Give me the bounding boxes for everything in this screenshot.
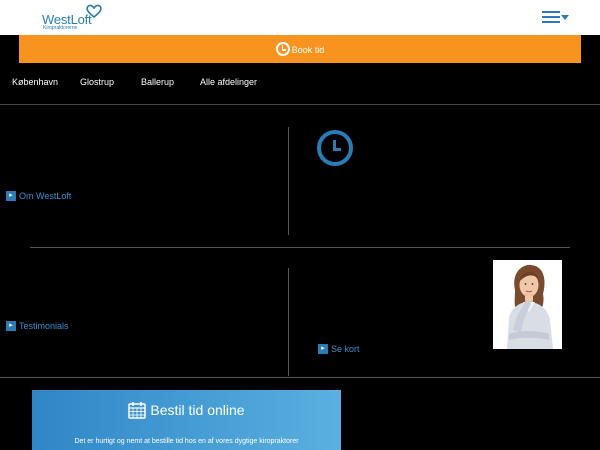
cta-title: Bestil tid online	[150, 402, 245, 418]
book-online-cta[interactable]: Bestil tid online Det er hurtigt og nemt…	[32, 390, 341, 450]
logo-subtitle: Kiropraktorerne	[43, 25, 78, 31]
see-map-link[interactable]: ▸ Se kort	[318, 344, 360, 354]
woman-portrait-image	[493, 260, 562, 349]
section-divider-vertical	[288, 268, 289, 376]
clock-icon	[317, 130, 353, 166]
arrow-right-icon: ▸	[6, 191, 16, 201]
testimonials-link-label: Testimonials	[19, 321, 69, 331]
westloft-logo[interactable]: WestLoft Kiropraktorerne	[42, 4, 112, 32]
nav-item-ballerup[interactable]: Ballerup	[141, 77, 174, 87]
see-map-link-label: Se kort	[331, 344, 360, 354]
section-divider-horizontal	[30, 247, 570, 248]
location-nav: København Glostrup Ballerup Alle afdelin…	[0, 63, 600, 105]
section-divider-vertical	[288, 127, 289, 235]
about-link[interactable]: ▸ Om WestLoft	[6, 191, 71, 201]
testimonials-link[interactable]: ▸ Testimonials	[6, 321, 69, 331]
page: WestLoft Kiropraktorerne Book tid Københ…	[0, 0, 600, 450]
book-appointment-button[interactable]: Book tid	[19, 35, 581, 63]
cta-subtitle: Det er hurtigt og nemt at bestille tid h…	[74, 438, 299, 445]
section-divider-horizontal	[0, 377, 600, 378]
arrow-right-icon: ▸	[6, 321, 16, 331]
calendar-icon	[128, 402, 147, 419]
nav-item-alle-afdelinger[interactable]: Alle afdelinger	[200, 77, 257, 87]
arrow-right-icon: ▸	[318, 344, 328, 354]
chevron-down-icon	[561, 15, 569, 20]
site-header: WestLoft Kiropraktorerne	[0, 0, 600, 35]
cta-heading: Bestil tid online	[32, 401, 341, 419]
about-link-label: Om WestLoft	[19, 191, 72, 201]
clock-icon	[275, 42, 290, 56]
hamburger-menu-icon[interactable]	[542, 9, 570, 25]
nav-item-glostrup[interactable]: Glostrup	[80, 77, 114, 87]
book-appointment-label: Book tid	[291, 45, 325, 55]
nav-item-kobenhavn[interactable]: København	[12, 77, 58, 87]
